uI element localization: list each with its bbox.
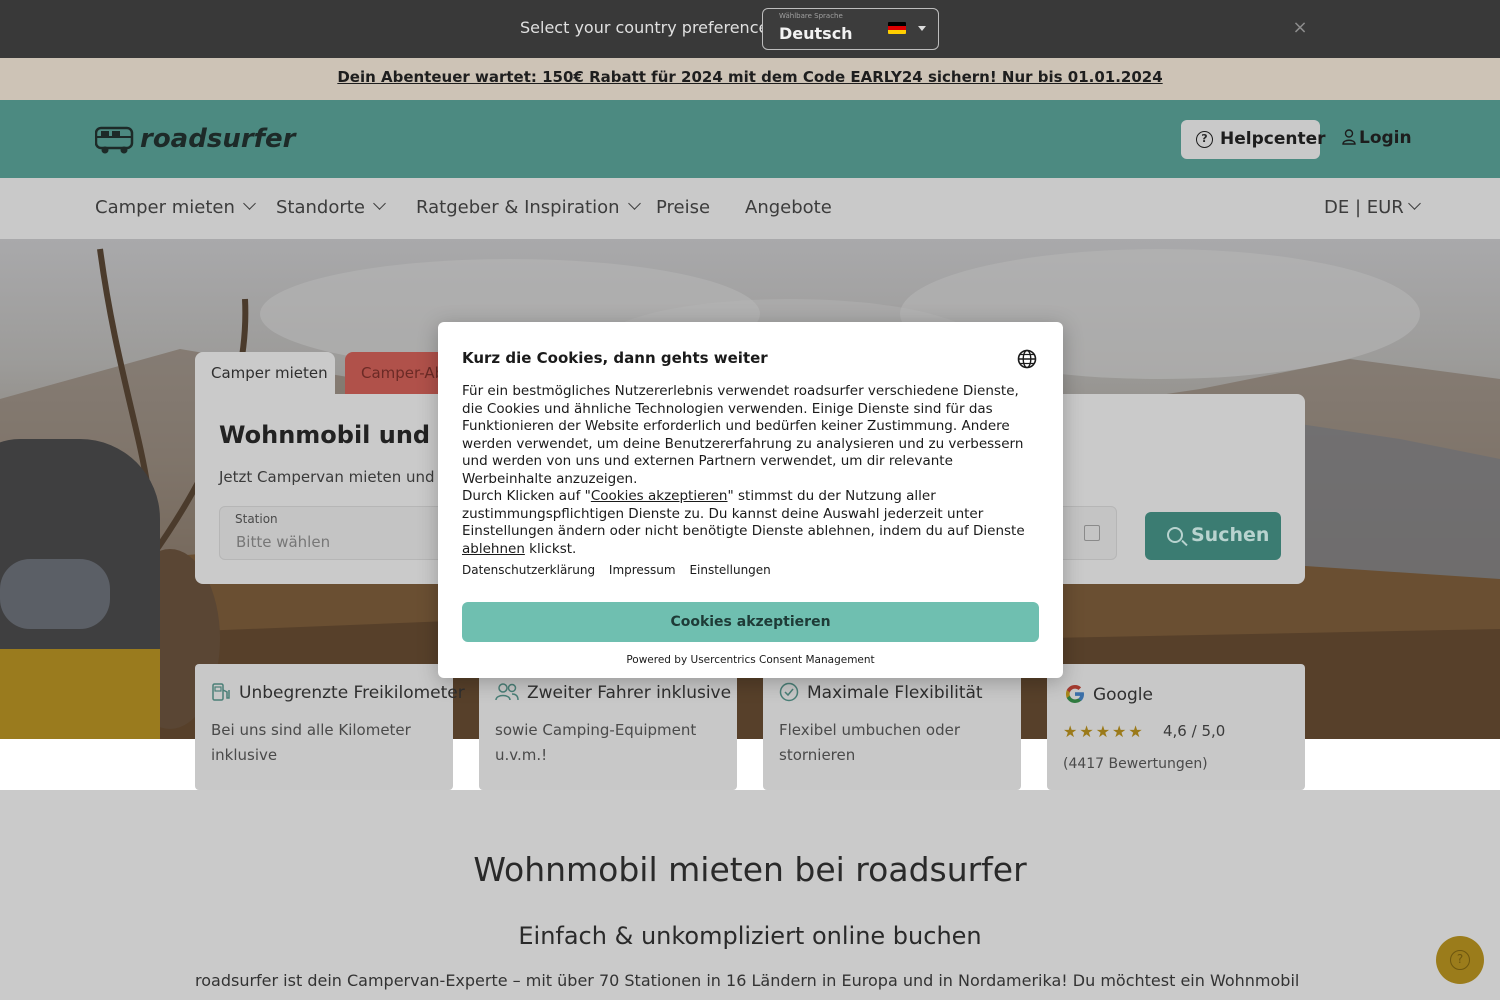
feature-desc: sowie Camping-Equipment u.v.m.! <box>495 721 697 764</box>
help-fab-button[interactable]: ? <box>1436 936 1484 984</box>
country-prompt: Select your country preferences <box>520 18 777 37</box>
feature-card-zweiter-fahrer: Zweiter Fahrer inklusive sowie Camping-E… <box>479 664 737 790</box>
tab-label: Camper mieten <box>211 364 328 382</box>
cookie-links: Datenschutzerklärung Impressum Einstellu… <box>462 563 781 577</box>
rating-value: 4,6 / 5,0 <box>1163 722 1226 740</box>
station-select[interactable]: Station Bitte wählen <box>219 506 449 560</box>
feature-title-text: Zweiter Fahrer inklusive <box>527 683 732 703</box>
nav-item-label: Angebote <box>745 197 832 218</box>
promo-banner[interactable]: Dein Abenteuer wartet: 150€ Rabatt für 2… <box>0 58 1500 100</box>
review-count: (4417 Bewertungen) <box>1063 756 1208 772</box>
cookie-consent-dialog: Kurz die Cookies, dann gehts weiter Für … <box>438 322 1063 678</box>
check-circle-icon <box>779 682 799 702</box>
germany-flag-icon <box>888 22 906 34</box>
feature-desc: Flexibel umbuchen oder stornieren <box>779 721 960 764</box>
language-select-label: Wählbare Sprache <box>779 12 843 20</box>
users-icon <box>495 683 519 701</box>
cookie-description: Für ein bestmögliches Nutzererlebnis ver… <box>462 383 1024 487</box>
user-icon <box>1342 129 1356 145</box>
reject-link[interactable]: ablehnen <box>462 541 525 557</box>
promo-link[interactable]: Dein Abenteuer wartet: 150€ Rabatt für 2… <box>337 68 1162 86</box>
chevron-down-icon <box>1407 197 1421 210</box>
search-subtitle: Jetzt Campervan mieten und ab <box>219 468 459 486</box>
settings-link[interactable]: Einstellungen <box>689 563 770 577</box>
feature-title: Maximale Flexibilität <box>779 682 983 703</box>
google-rating-card[interactable]: Google ★★★★★ 4,6 / 5,0 (4417 Bewertungen… <box>1047 664 1305 790</box>
login-label: Login <box>1359 128 1412 148</box>
language-select[interactable]: Wählbare Sprache Deutsch <box>762 8 939 50</box>
text-fragment: Durch Klicken auf " <box>462 488 591 504</box>
search-icon <box>1167 527 1183 543</box>
search-button-label: Suchen <box>1191 524 1270 546</box>
van-logo-icon <box>95 126 134 154</box>
main-nav: Camper mieten Standorte Ratgeber & Inspi… <box>0 178 1500 239</box>
feature-title: Unbegrenzte Freikilometer <box>211 682 465 703</box>
logo-text: roadsurfer <box>140 124 296 154</box>
locale-label: DE | EUR <box>1324 197 1404 218</box>
intro-paragraph: roadsurfer ist dein Campervan-Experte – … <box>195 971 1305 990</box>
accept-cookies-button[interactable]: Cookies akzeptieren <box>462 602 1039 642</box>
login-button[interactable]: Login <box>1342 128 1412 148</box>
feature-card-freikilometer: Unbegrenzte Freikilometer Bei uns sind a… <box>195 664 465 790</box>
feature-title-text: Unbegrenzte Freikilometer <box>239 683 465 703</box>
imprint-link[interactable]: Impressum <box>609 563 676 577</box>
globe-icon[interactable] <box>1017 349 1037 369</box>
feature-desc: Bei uns sind alle Kilometer inklusive <box>211 721 411 764</box>
helpcenter-label: Helpcenter <box>1220 129 1326 149</box>
powered-by-text: Powered by Usercentrics Consent Manageme… <box>626 654 875 666</box>
question-icon: ? <box>1450 950 1470 970</box>
nav-item-label: Camper mieten <box>95 197 235 218</box>
van-image <box>0 439 160 739</box>
google-title: Google <box>1063 682 1153 706</box>
google-g-icon <box>1066 685 1084 703</box>
page-heading: Wohnmobil mieten bei roadsurfer <box>473 850 1027 889</box>
question-icon: ? <box>1196 131 1213 148</box>
tab-camper-mieten[interactable]: Camper mieten <box>195 352 335 394</box>
cookie-consent-text: Durch Klicken auf "Cookies akzeptieren" … <box>462 488 1042 558</box>
calendar-icon <box>1084 525 1100 541</box>
fuel-pump-icon <box>212 683 230 701</box>
star-rating-icon: ★★★★★ <box>1063 722 1145 741</box>
tab-label: Camper-Ab <box>361 364 445 382</box>
google-label: Google <box>1093 685 1153 705</box>
search-button[interactable]: Suchen <box>1145 512 1281 560</box>
site-header: roadsurfer ? Helpcenter Login <box>0 100 1500 178</box>
helpcenter-button[interactable]: ? Helpcenter <box>1181 120 1326 159</box>
feature-card-flexibilitaet: Maximale Flexibilität Flexibel umbuchen … <box>763 664 1021 790</box>
feature-title: Zweiter Fahrer inklusive <box>495 682 731 703</box>
nav-item-ratgeber[interactable]: Ratgeber & Inspiration <box>416 197 641 218</box>
close-icon[interactable]: × <box>1292 19 1308 37</box>
country-preferences-bar: Select your country preferences Wählbare… <box>0 0 1500 58</box>
accept-cookies-link[interactable]: Cookies akzeptieren <box>591 488 728 504</box>
nav-item-angebote[interactable]: Angebote <box>745 197 832 218</box>
privacy-policy-link[interactable]: Datenschutzerklärung <box>462 563 595 577</box>
station-label: Station <box>235 512 278 526</box>
cookie-title: Kurz die Cookies, dann gehts weiter <box>462 349 768 367</box>
nav-item-preise[interactable]: Preise <box>656 197 710 218</box>
nav-item-camper-mieten[interactable]: Camper mieten <box>95 197 256 218</box>
locale-switcher[interactable]: DE | EUR <box>1324 197 1421 218</box>
station-placeholder: Bitte wählen <box>236 533 331 551</box>
nav-item-label: Standorte <box>276 197 365 218</box>
search-title: Wohnmobil und Ca <box>219 421 473 449</box>
chevron-down-icon <box>373 197 386 210</box>
feature-title-text: Maximale Flexibilität <box>807 683 983 703</box>
nav-item-label: Ratgeber & Inspiration <box>416 197 620 218</box>
language-select-value: Deutsch <box>779 24 853 43</box>
caret-down-icon <box>918 26 926 31</box>
text-fragment: klickst. <box>524 540 577 557</box>
chevron-down-icon <box>627 197 641 210</box>
page-subheading: Einfach & unkompliziert online buchen <box>518 922 982 950</box>
chevron-down-icon <box>243 197 256 210</box>
nav-item-standorte[interactable]: Standorte <box>276 197 386 218</box>
nav-item-label: Preise <box>656 197 711 218</box>
